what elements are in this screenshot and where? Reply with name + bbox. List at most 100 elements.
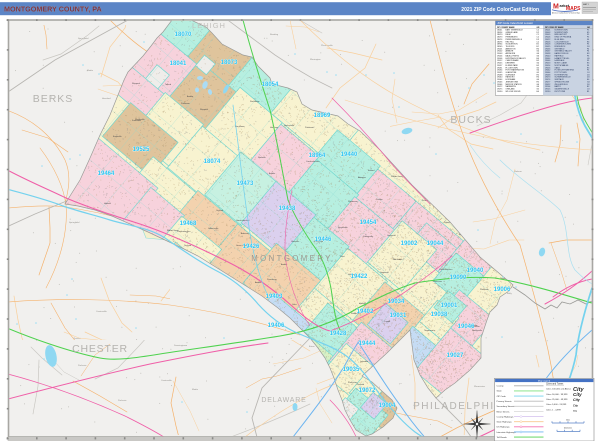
svg-text:19428: 19428	[330, 331, 347, 337]
svg-text:US Highways: US Highways	[497, 427, 511, 429]
svg-text:WILLOW GROVE: WILLOW GROVE	[506, 91, 522, 93]
svg-text:Hereford: Hereford	[102, 97, 111, 100]
svg-text:DELAWARE: DELAWARE	[261, 397, 306, 404]
svg-text:19464: 19464	[98, 171, 115, 177]
svg-text:KUTZTOWN: KUTZTOWN	[555, 91, 566, 93]
svg-text:19468: 19468	[180, 221, 197, 227]
svg-text:19446: 19446	[315, 237, 332, 243]
svg-text:18041: 18041	[170, 61, 187, 67]
svg-text:Harleysville: Harleysville	[284, 125, 295, 127]
svg-text:Telford: Telford	[165, 84, 171, 86]
svg-text:Toll Roads: Toll Roads	[497, 437, 508, 439]
svg-text:Coatesville: Coatesville	[96, 310, 107, 313]
svg-text:M: M	[553, 4, 559, 11]
svg-text:Cities 5,000 - 24,999: Cities 5,000 - 24,999	[546, 403, 567, 406]
svg-text:Pottstown: Pottstown	[480, 288, 489, 291]
svg-text:Conshohocken: Conshohocken	[306, 161, 319, 163]
svg-text:Minor Streets: Minor Streets	[497, 410, 511, 413]
svg-text:City: City	[573, 398, 581, 402]
svg-text:19001: 19001	[441, 303, 458, 309]
svg-text:County Highways: County Highways	[497, 415, 515, 418]
svg-text:19090: 19090	[450, 275, 467, 281]
svg-text:CHESTER: CHESTER	[72, 343, 128, 355]
svg-text:19530: 19530	[545, 91, 550, 93]
svg-text:Ardmore: Ardmore	[241, 232, 250, 235]
svg-text:19072: 19072	[359, 388, 376, 394]
svg-text:19440: 19440	[341, 152, 358, 158]
svg-text:Warminster: Warminster	[474, 385, 485, 388]
svg-text:MONTGOMERY: MONTGOMERY	[251, 254, 332, 263]
svg-text:MAP #: MAP #	[583, 3, 590, 6]
svg-text:H4: H4	[537, 91, 539, 93]
svg-text:Reading: Reading	[270, 34, 279, 36]
svg-text:Coatesville: Coatesville	[161, 379, 172, 382]
svg-text:19422: 19422	[351, 274, 368, 280]
svg-text:Eagleville: Eagleville	[113, 136, 122, 138]
svg-text:19406: 19406	[268, 323, 285, 329]
svg-text:Media: Media	[192, 389, 199, 391]
svg-text:Oreland: Oreland	[184, 245, 191, 247]
svg-text:Conshohocken: Conshohocken	[236, 220, 249, 222]
svg-text:Conshohocken: Conshohocken	[439, 269, 452, 271]
svg-text:Secondary Streets: Secondary Streets	[497, 405, 516, 408]
svg-text:19038: 19038	[431, 312, 448, 318]
svg-text:Abington: Abington	[358, 176, 366, 179]
svg-text:Pottstown: Pottstown	[305, 126, 314, 129]
svg-text:19473: 19473	[237, 181, 254, 187]
svg-text:Norristown: Norristown	[235, 125, 245, 128]
svg-text:19525: 19525	[133, 147, 150, 153]
svg-text:Ambler: Ambler	[269, 172, 276, 175]
svg-text:Willow Grove: Willow Grove	[167, 230, 180, 232]
svg-text:Towamencin: Towamencin	[424, 330, 435, 332]
svg-text:City: City	[573, 392, 582, 397]
svg-text:Cities 1 - 4,999: Cities 1 - 4,999	[546, 408, 561, 411]
svg-text:County: County	[497, 385, 505, 388]
svg-text:ZIP Code: ZIP Code	[497, 396, 507, 398]
svg-text:Oreland: Oreland	[357, 384, 364, 386]
svg-text:Oaks: Oaks	[292, 304, 297, 306]
svg-text:19006: 19006	[494, 287, 511, 293]
svg-text:19403: 19403	[266, 294, 283, 300]
svg-text:kilometers: kilometers	[564, 427, 572, 430]
svg-text:19027: 19027	[447, 353, 464, 359]
svg-text:19044: 19044	[427, 241, 444, 247]
svg-text:19035: 19035	[343, 367, 360, 373]
svg-text:Trappe: Trappe	[384, 321, 391, 323]
svg-text:Conshohocken: Conshohocken	[177, 231, 190, 233]
svg-text:Gilbertsville: Gilbertsville	[208, 227, 219, 230]
svg-text:Springfield: Springfield	[69, 221, 80, 224]
svg-text:Cities 25,000 - 49,999: Cities 25,000 - 49,999	[546, 398, 568, 401]
svg-text:Ambler: Ambler	[187, 95, 194, 98]
svg-text:State: State	[497, 390, 503, 393]
svg-text:19002: 19002	[401, 241, 418, 247]
svg-text:Exton: Exton	[309, 345, 315, 348]
svg-text:18969: 18969	[314, 113, 331, 119]
svg-text:Narberth: Narberth	[258, 156, 266, 159]
svg-text:City: City	[573, 403, 578, 407]
svg-text:Penllyn: Penllyn	[376, 199, 383, 201]
svg-text:Media: Media	[87, 70, 94, 72]
svg-text:18074: 18074	[204, 159, 221, 165]
svg-text:18054: 18054	[262, 82, 279, 88]
svg-text:BERKS: BERKS	[33, 93, 74, 105]
svg-text:Primary Streets: Primary Streets	[497, 400, 513, 403]
svg-text:Skippack: Skippack	[200, 109, 208, 111]
svg-text:19031: 19031	[390, 313, 407, 319]
svg-text:19426: 19426	[243, 244, 260, 250]
svg-text:Willow Grove: Willow Grove	[391, 176, 404, 178]
svg-text:Pottstown: Pottstown	[181, 102, 190, 105]
svg-text:18073: 18073	[221, 60, 238, 66]
svg-text:Oreland: Oreland	[216, 210, 223, 212]
svg-text:Malvern: Malvern	[514, 170, 523, 173]
svg-text:18070: 18070	[175, 32, 192, 38]
svg-text:Norristown: Norristown	[393, 258, 403, 261]
svg-text:Downingtown: Downingtown	[174, 344, 188, 347]
svg-text:B1: B1	[587, 91, 589, 93]
svg-text:19004: 19004	[379, 403, 396, 409]
svg-text:19454: 19454	[360, 220, 377, 226]
svg-text:Harleysville: Harleysville	[472, 330, 483, 332]
svg-text:Perkasie: Perkasie	[118, 399, 127, 402]
svg-text:Glenside: Glenside	[291, 241, 300, 243]
svg-text:Skippack: Skippack	[132, 83, 140, 85]
svg-text:19438: 19438	[279, 206, 296, 212]
